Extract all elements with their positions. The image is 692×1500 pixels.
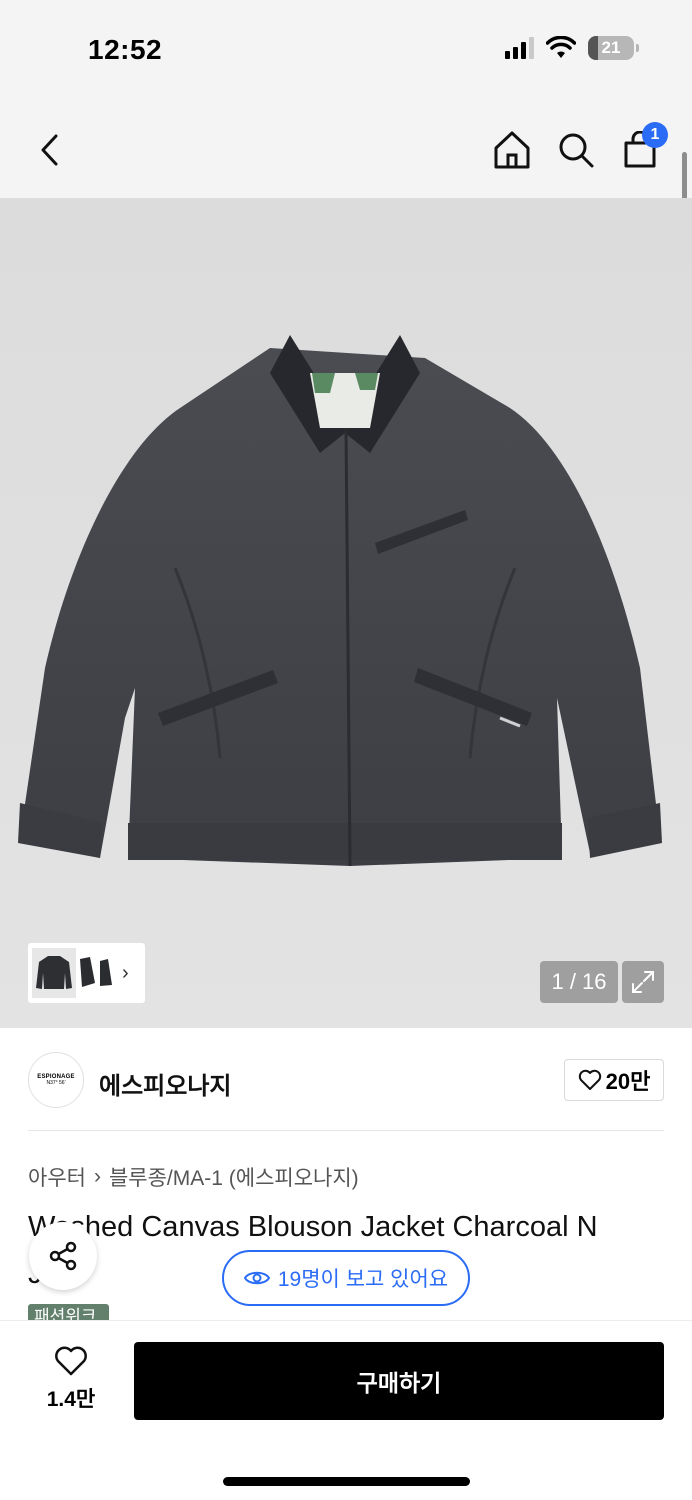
breadcrumb: 아우터 › 블루종/MA-1 (에스피오나지) — [28, 1162, 359, 1192]
share-button[interactable] — [29, 1222, 97, 1290]
product-image[interactable]: › 1 / 16 — [0, 198, 692, 1028]
heart-icon — [55, 1346, 87, 1376]
cart-button[interactable]: 1 — [616, 122, 668, 176]
status-time: 12:52 — [88, 34, 163, 65]
brand-name[interactable]: 에스피오나지 — [99, 1066, 231, 1101]
viewers-text: 19명이 보고 있어요 — [277, 1268, 449, 1291]
wish-count: 1.4만 — [46, 1388, 96, 1411]
thumbnail-chevron[interactable]: › — [122, 962, 129, 985]
brand-row: ESPIONAGE N37° 56' 에스피오나지 20만 — [28, 1052, 664, 1110]
image-counter: 1 / 16 — [540, 961, 618, 1003]
home-indicator — [223, 1477, 470, 1486]
back-button[interactable] — [26, 124, 74, 176]
battery-level: 21 — [601, 38, 621, 57]
wish-button[interactable]: 1.4만 — [36, 1345, 106, 1415]
jacket-image — [18, 335, 662, 867]
expand-icon — [632, 971, 654, 993]
jacket-thumbnail — [36, 956, 72, 989]
chevron-left-icon — [41, 134, 58, 166]
share-icon — [49, 1241, 77, 1271]
top-nav: 1 — [0, 100, 692, 198]
brand-logo-sub: N37° 56' — [46, 1080, 66, 1086]
breadcrumb-level2[interactable]: 블루종/MA-1 (에스피오나지) — [109, 1162, 359, 1192]
brand-logo[interactable]: ESPIONAGE N37° 56' — [28, 1052, 84, 1108]
product-tag: 패션위크 — [28, 1304, 109, 1320]
thumbnail-1[interactable] — [32, 948, 76, 998]
brand-like-count: 20만 — [605, 1069, 651, 1094]
eye-icon — [243, 1271, 270, 1285]
thumbnail-strip[interactable]: › — [28, 943, 145, 1003]
battery-icon: 21 — [588, 36, 639, 60]
brand-like-button[interactable]: 20만 — [564, 1059, 664, 1101]
breadcrumb-level1[interactable]: 아우터 — [28, 1162, 86, 1192]
wifi-icon — [546, 36, 576, 58]
search-icon — [559, 133, 594, 168]
search-button[interactable] — [552, 124, 600, 176]
bottom-action-bar: 1.4만 구매하기 — [0, 1320, 692, 1500]
breadcrumb-separator: › — [93, 1165, 101, 1188]
heart-icon — [578, 1069, 601, 1090]
status-bar: 12:52 21 — [0, 0, 692, 100]
divider — [28, 1130, 664, 1131]
home-icon — [494, 131, 530, 169]
viewers-pill: 19명이 보고 있어요 — [222, 1250, 470, 1306]
expand-button[interactable] — [622, 961, 664, 1003]
thumbnail-3[interactable] — [96, 953, 116, 993]
home-button[interactable] — [488, 124, 536, 176]
signal-icon — [505, 37, 534, 59]
buy-button[interactable]: 구매하기 — [134, 1342, 664, 1420]
product-title: Washed Canvas Blouson Jacket Charcoal N — [28, 1211, 598, 1243]
status-icons: 21 — [505, 36, 639, 60]
cart-badge: 1 — [642, 122, 668, 148]
thumbnail-2[interactable] — [76, 953, 96, 993]
